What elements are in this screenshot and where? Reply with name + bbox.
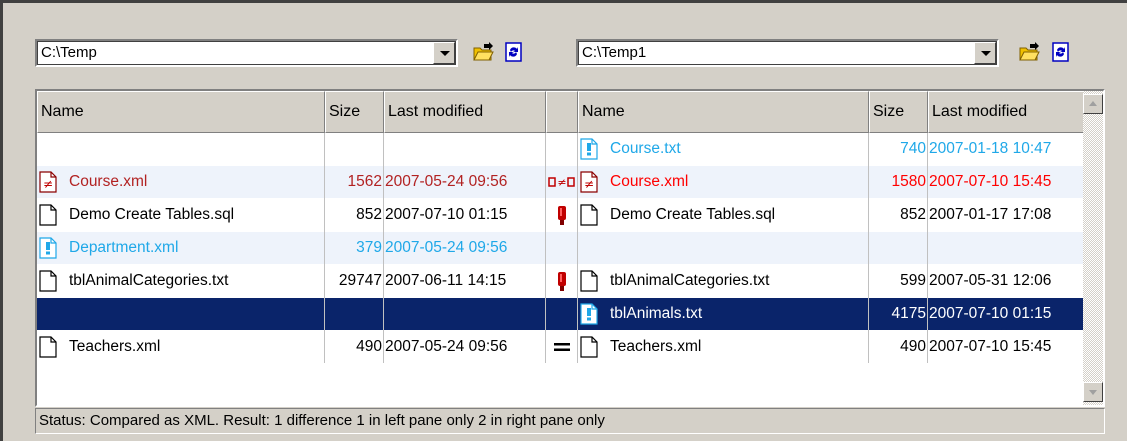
left-file-name: Department.xml — [69, 239, 179, 256]
left-file-name: Demo Create Tables.sql — [69, 206, 235, 223]
left-name-cell[interactable]: Department.xml — [37, 232, 325, 264]
right-file-name: Course.xml — [610, 173, 689, 190]
left-name-cell[interactable]: ≠ Course.xml — [37, 166, 325, 198]
left-path-combo[interactable]: C:\Temp — [35, 39, 458, 67]
left-modified-cell: 2007-06-11 14:15 — [385, 272, 507, 289]
right-modified-cell: 2007-07-10 15:45 — [929, 338, 1052, 355]
right-path-value: C:\Temp1 — [582, 44, 647, 61]
right-name-cell[interactable]: tblAnimals.txt — [578, 298, 869, 330]
scroll-down-button[interactable] — [1083, 382, 1103, 402]
svg-text:≠: ≠ — [43, 177, 53, 191]
status-bar: Status: Compared as XML. Result: 1 diffe… — [35, 408, 1105, 434]
left-path-dropdown-button[interactable] — [433, 42, 455, 64]
left-modified-column-header[interactable]: Last modified — [384, 91, 546, 133]
right-size-cell: 4175 — [891, 305, 926, 322]
right-modified-cell: 2007-05-31 12:06 — [929, 272, 1052, 289]
equal-icon[interactable] — [546, 331, 578, 363]
left-file-name: Course.xml — [69, 173, 148, 190]
left-path-value: C:\Temp — [41, 44, 97, 61]
right-path-dropdown-button[interactable] — [974, 42, 996, 64]
right-modified-cell: 2007-07-10 15:45 — [929, 173, 1052, 190]
left-size-cell: 490 — [356, 338, 382, 355]
scroll-up-button[interactable] — [1083, 94, 1103, 114]
left-file-name: Teachers.xml — [69, 338, 161, 355]
compare-column-header[interactable] — [546, 91, 578, 133]
right-size-cell: 599 — [900, 272, 926, 289]
right-browse-folder-icon[interactable] — [1018, 41, 1040, 63]
left-name-column-header[interactable]: Name — [37, 91, 325, 133]
left-name-cell[interactable]: tblAnimalCategories.txt — [37, 265, 325, 297]
right-file-name: tblAnimals.txt — [610, 305, 703, 322]
left-name-cell[interactable]: Demo Create Tables.sql — [37, 199, 325, 231]
left-name-cell[interactable]: Teachers.xml — [37, 331, 325, 363]
left-modified-cell: 2007-05-24 09:56 — [385, 338, 508, 355]
right-name-cell[interactable]: tblAnimalCategories.txt — [578, 265, 869, 297]
right-name-cell[interactable]: Demo Create Tables.sql — [578, 199, 869, 231]
right-name-cell[interactable]: Course.txt — [578, 133, 869, 165]
left-file-name: tblAnimalCategories.txt — [69, 272, 229, 289]
left-size-cell: 852 — [356, 206, 382, 223]
left-modified-cell: 2007-05-24 09:56 — [385, 173, 508, 190]
comparison-list[interactable]: Course.txt 740 2007-01-18 10:47 ≠ Course… — [35, 89, 1105, 407]
right-modified-cell: 2007-01-18 10:47 — [929, 140, 1052, 157]
right-file-name: Demo Create Tables.sql — [610, 206, 776, 223]
right-size-cell: 740 — [900, 140, 926, 157]
left-size-cell: 1562 — [347, 173, 382, 190]
not-equal-icon[interactable]: ≠ — [546, 166, 578, 198]
right-name-column-header[interactable]: Name — [578, 91, 869, 133]
not-compared-icon[interactable] — [546, 265, 578, 297]
svg-text:≠: ≠ — [584, 177, 594, 191]
right-refresh-icon[interactable] — [1050, 41, 1072, 63]
svg-text:≠: ≠ — [557, 176, 566, 189]
compare-window: C:\Temp C:\Temp1 Course.txt 740 2007-01-… — [0, 0, 1127, 441]
left-size-column-header[interactable]: Size — [325, 91, 384, 133]
right-file-name: Course.txt — [610, 140, 681, 157]
right-path-combo[interactable]: C:\Temp1 — [576, 39, 999, 67]
vertical-scrollbar[interactable] — [1083, 91, 1103, 405]
right-size-cell: 1580 — [891, 173, 926, 190]
right-modified-cell: 2007-07-10 01:15 — [929, 305, 1052, 322]
not-compared-icon[interactable] — [546, 199, 578, 231]
left-size-cell: 379 — [356, 239, 382, 256]
left-browse-folder-icon[interactable] — [472, 41, 494, 63]
left-size-cell: 29747 — [338, 272, 382, 289]
right-size-cell: 490 — [900, 338, 926, 355]
right-modified-cell: 2007-01-17 17:08 — [929, 206, 1052, 223]
right-size-column-header[interactable]: Size — [869, 91, 928, 133]
left-refresh-icon[interactable] — [503, 41, 525, 63]
left-modified-cell: 2007-07-10 01:15 — [385, 206, 508, 223]
right-size-cell: 852 — [900, 206, 926, 223]
right-modified-column-header[interactable]: Last modified — [928, 91, 1085, 133]
right-file-name: tblAnimalCategories.txt — [610, 272, 770, 289]
right-name-cell[interactable]: ≠ Course.xml — [578, 166, 869, 198]
right-name-cell[interactable]: Teachers.xml — [578, 331, 869, 363]
left-modified-cell: 2007-05-24 09:56 — [385, 239, 508, 256]
right-file-name: Teachers.xml — [610, 338, 702, 355]
